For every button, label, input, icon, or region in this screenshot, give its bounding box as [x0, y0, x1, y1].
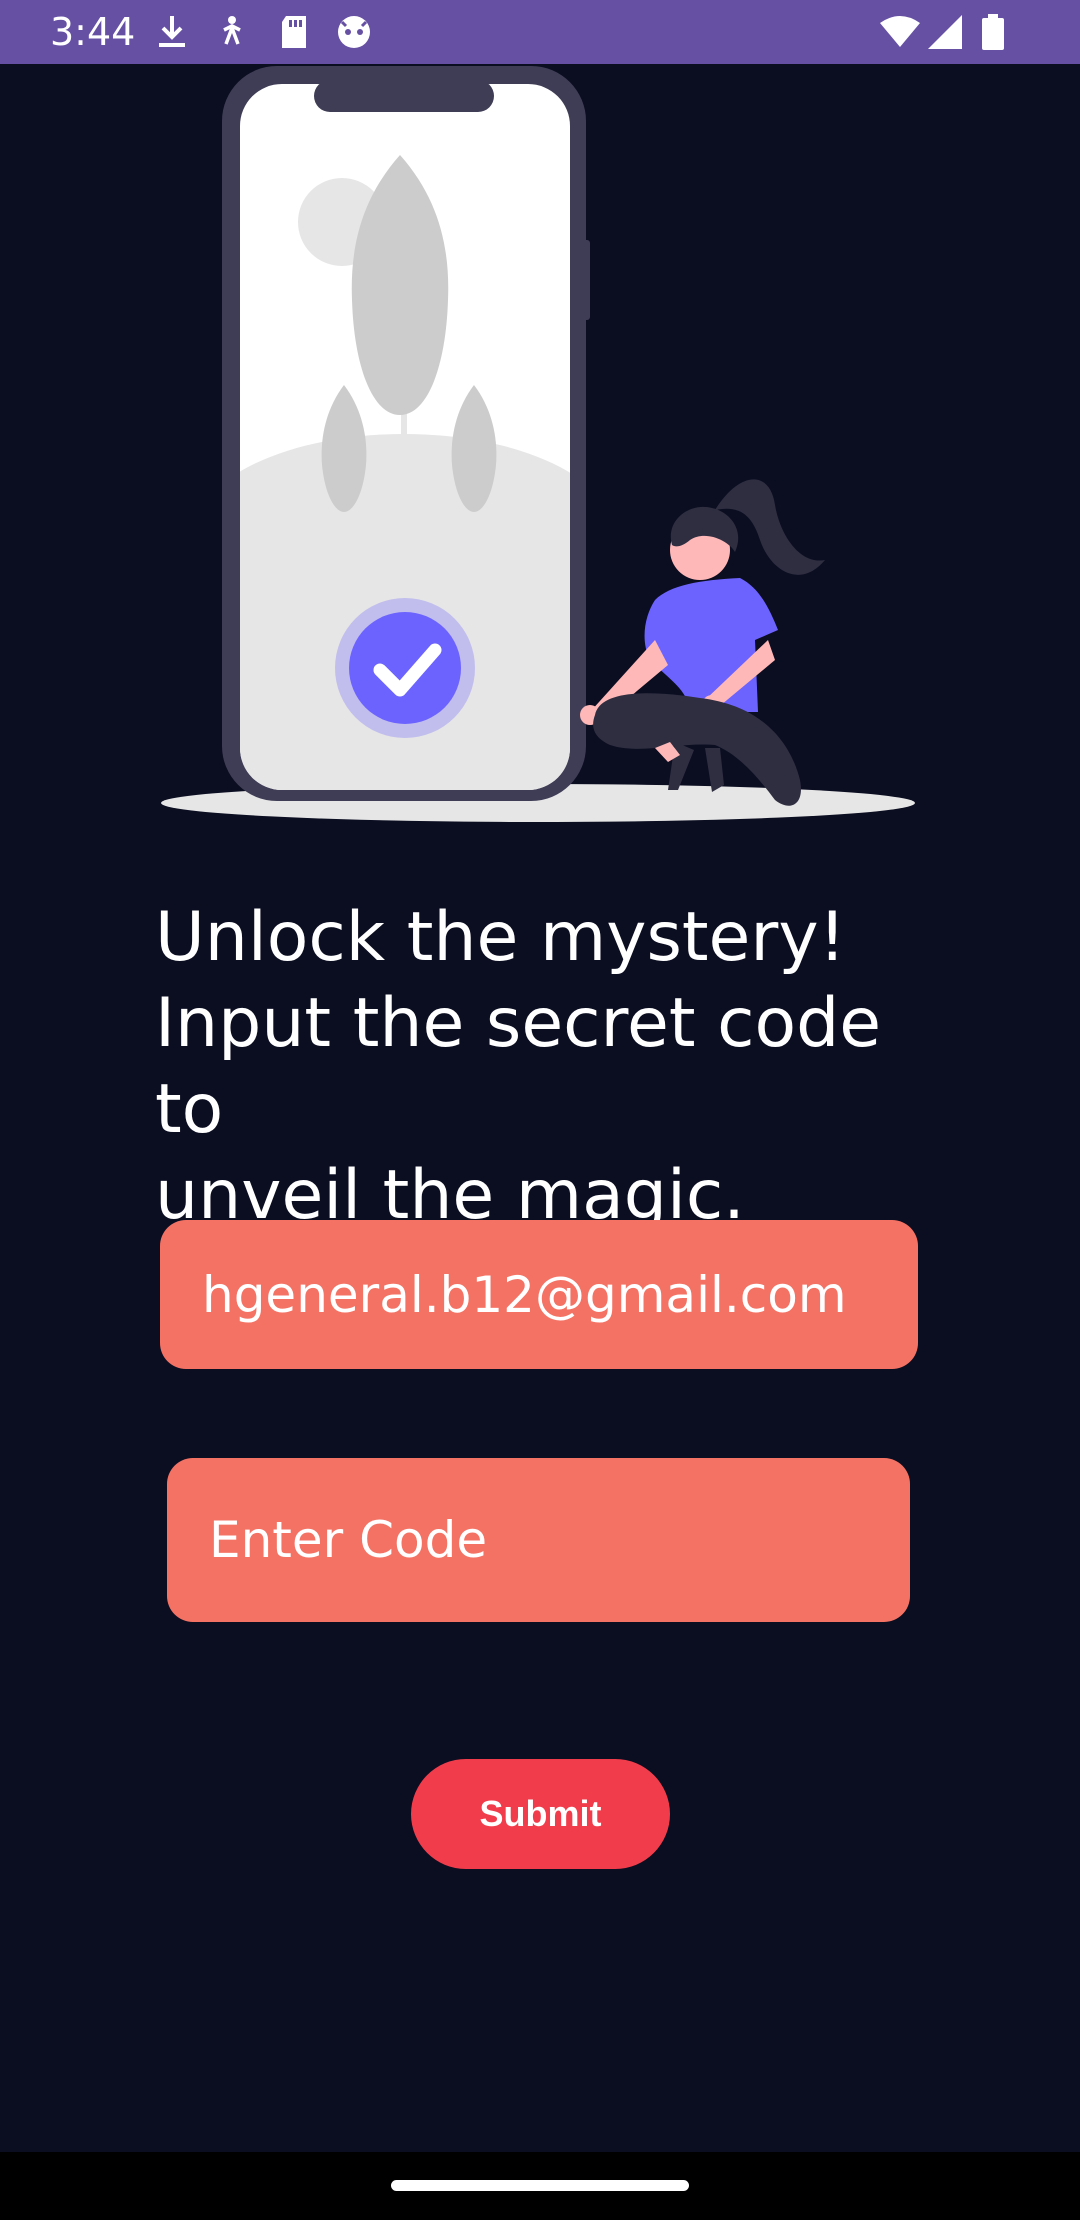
submit-button[interactable]: Submit — [411, 1759, 670, 1869]
wifi-icon — [880, 16, 920, 47]
verification-illustration — [161, 66, 915, 822]
heading-line-1: Unlock the mystery! — [155, 898, 846, 977]
woman-illustration — [580, 479, 825, 806]
status-time: 3:44 — [50, 10, 136, 54]
battery-icon — [982, 14, 1004, 50]
download-icon — [159, 16, 185, 47]
verification-screen: 3:44 Unlock the mystery! Input the secre… — [0, 0, 1080, 2220]
email-field[interactable] — [160, 1220, 918, 1369]
status-bar: 3:44 — [0, 0, 1080, 64]
home-gesture-handle[interactable] — [391, 2180, 689, 2191]
phone-illustration — [222, 66, 590, 801]
cellular-signal-icon — [928, 15, 962, 49]
sd-card-icon — [282, 16, 306, 48]
android-face-icon — [338, 16, 370, 48]
code-input[interactable] — [167, 1458, 910, 1622]
page-heading: Unlock the mystery! Input the secret cod… — [155, 895, 955, 1239]
heading-line-2: Input the secret code to — [155, 984, 882, 1149]
check-badge — [349, 612, 461, 724]
accessibility-icon — [223, 16, 241, 45]
